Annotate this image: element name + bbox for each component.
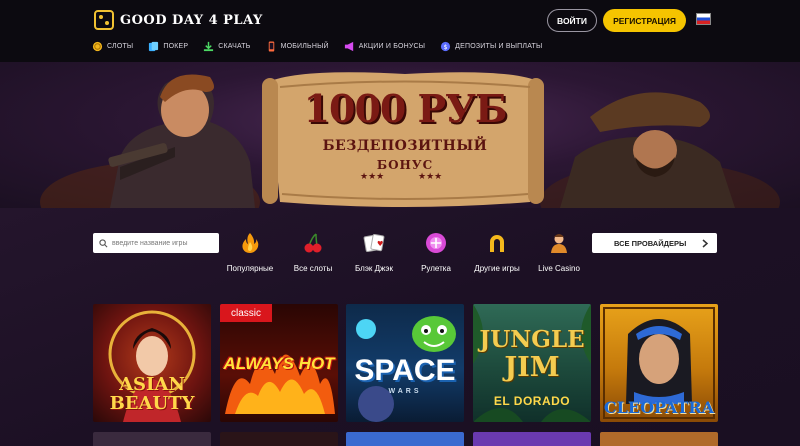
game-tile-space-wars[interactable]: SPACE WARS [346, 304, 464, 422]
game-title: ALWAYS HOT [223, 354, 335, 373]
game-tile-cleopatra[interactable]: CLEOPATRA [600, 304, 718, 422]
dealer-icon [551, 234, 567, 253]
svg-text:♥: ♥ [377, 240, 383, 248]
logo-text: GOOD DAY 4 PLAY [120, 12, 263, 28]
svg-text:$: $ [444, 42, 448, 50]
nav-label: МОБИЛЬНЫЙ [280, 42, 329, 50]
svg-text:★★★: ★★★ [418, 172, 442, 182]
nav-label: ПОКЕР [163, 42, 189, 50]
game-subtitle: EL DORADO [493, 394, 571, 408]
category-label: Live Casino [538, 264, 580, 273]
search-icon [99, 238, 108, 247]
download-icon [204, 41, 214, 51]
svg-text:★★★: ★★★ [360, 172, 384, 182]
game-badge: classic [220, 304, 272, 322]
flame-icon [242, 233, 259, 253]
nav-item-mobile[interactable]: МОБИЛЬНЫЙ [266, 40, 329, 52]
category-label: Популярные [226, 264, 274, 273]
promo-subtitle-2: БОНУС [376, 158, 434, 172]
game-tile-row2[interactable] [600, 432, 718, 446]
playing-cards-icon: ♥ [363, 233, 385, 253]
nav-label: ДЕПОЗИТЫ И ВЫПЛАТЫ [455, 42, 543, 50]
nav-item-payments[interactable]: $ ДЕПОЗИТЫ И ВЫПЛАТЫ [440, 41, 542, 52]
nav-item-poker[interactable]: ПОКЕР [148, 41, 188, 52]
category-all-slots[interactable]: Все слоты [283, 232, 343, 273]
category-label: Все слоты [293, 264, 333, 273]
game-tile-always-hot[interactable]: classic ALWAYS HOT [220, 304, 338, 422]
providers-label: ВСЕ ПРОВАЙДЕРЫ [614, 238, 687, 248]
category-popular[interactable]: Популярные [220, 232, 280, 273]
game-title-2: BEAUTY [109, 393, 195, 414]
nav-label: СЛОТЫ [107, 42, 134, 50]
game-tile-row2[interactable] [220, 432, 338, 446]
wallet-icon: $ [441, 41, 451, 51]
coin-icon [92, 41, 103, 51]
promo-banner[interactable]: ★★★ ★★★ 1000 РУБ БЕЗДЕПОЗИТНЫЙ БОНУС [0, 62, 800, 208]
promo-title: 1000 РУБ [303, 86, 508, 131]
nav-label: СКАЧАТЬ [218, 42, 251, 50]
game-tile-jungle-jim[interactable]: JUNGLE JIM EL DORADO [473, 304, 591, 422]
chevron-right-icon [702, 238, 709, 248]
nav-item-promotions[interactable]: АКЦИИ И БОНУСЫ [344, 41, 425, 52]
nav-label: АКЦИИ И БОНУСЫ [358, 42, 426, 50]
category-roulette[interactable]: Рулетка [406, 232, 466, 273]
site-header: GOOD DAY 4 PLAY ВОЙТИ РЕГИСТРАЦИЯ СЛОТЫ … [0, 0, 800, 62]
all-providers-dropdown[interactable]: ВСЕ ПРОВАЙДЕРЫ [592, 233, 717, 253]
horseshoe-icon [490, 235, 504, 252]
category-other-games[interactable]: Другие игры [467, 232, 527, 273]
nav-item-slots[interactable]: СЛОТЫ [92, 41, 133, 52]
mobile-icon [268, 40, 274, 52]
megaphone-icon [344, 41, 353, 51]
game-title: SPACE [354, 354, 456, 387]
game-tile-row2[interactable] [93, 432, 211, 446]
game-title: ASIAN [119, 374, 185, 395]
game-title: CLEOPATRA [603, 398, 715, 417]
game-title: JUNGLE [479, 326, 585, 353]
cards-icon [149, 41, 159, 51]
game-search-input[interactable] [112, 239, 212, 247]
game-tile-row2[interactable] [346, 432, 464, 446]
category-label: Другие игры [474, 264, 520, 273]
game-search-box[interactable] [93, 233, 219, 253]
dice-icon [94, 10, 114, 30]
category-label: Рулетка [421, 264, 451, 273]
promo-subtitle: БЕЗДЕПОЗИТНЫЙ [322, 138, 488, 154]
category-blackjack[interactable]: ♥ Блэк Джэк [344, 232, 404, 273]
game-title-2: JIM [504, 352, 560, 383]
promo-banner-art: ★★★ ★★★ [40, 72, 780, 208]
category-live-casino[interactable]: Live Casino [529, 232, 589, 273]
cherries-icon [304, 233, 322, 253]
game-tile-row2[interactable] [473, 432, 591, 446]
nav-item-download[interactable]: СКАЧАТЬ [203, 41, 250, 52]
login-button[interactable]: ВОЙТИ [547, 9, 597, 32]
game-title-2: WARS [388, 388, 422, 395]
roulette-icon [426, 233, 446, 253]
site-logo[interactable]: GOOD DAY 4 PLAY [94, 10, 263, 30]
main-nav: СЛОТЫ ПОКЕР СКАЧАТЬ МОБИЛЬНЫЙ АКЦИИ И БО… [92, 38, 557, 54]
category-label: Блэк Джэк [355, 264, 393, 273]
ru-flag-icon[interactable] [696, 13, 711, 25]
game-tile-asian-beauty[interactable]: ASIAN BEAUTY [93, 304, 211, 422]
register-button[interactable]: РЕГИСТРАЦИЯ [603, 9, 686, 32]
